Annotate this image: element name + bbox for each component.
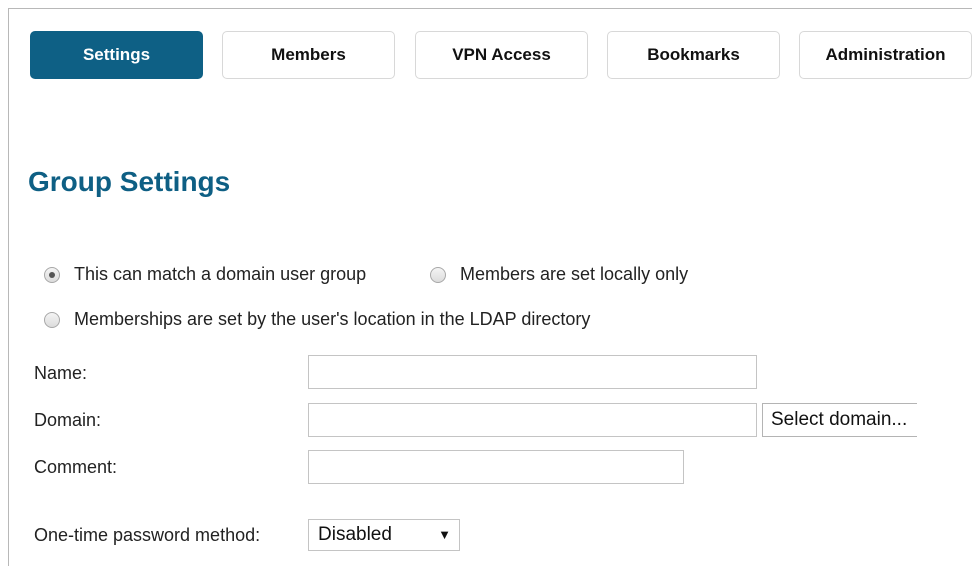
radio-checked-icon[interactable]: [44, 266, 60, 283]
comment-label: Comment:: [34, 457, 118, 477]
otp-method-value: Disabled: [318, 524, 392, 545]
otp-method-label: One-time password method:: [34, 525, 261, 545]
triangle-down-icon[interactable]: ▼: [438, 527, 451, 542]
radio-label: Memberships are set by the user's locati…: [74, 309, 591, 329]
comment-input[interactable]: [308, 450, 684, 484]
radio-option-domain-group[interactable]: This can match a domain user group: [44, 264, 366, 285]
select-domain-button[interactable]: Select domain...: [762, 403, 917, 437]
radio-label: Members are set locally only: [460, 264, 689, 284]
radio-unchecked-icon[interactable]: [44, 311, 60, 328]
domain-input[interactable]: [308, 403, 757, 437]
radio-option-local-only[interactable]: Members are set locally only: [430, 264, 688, 285]
tab-vpn-access[interactable]: VPN Access: [415, 31, 588, 79]
tab-bookmarks[interactable]: Bookmarks: [607, 31, 780, 79]
radio-label: This can match a domain user group: [74, 264, 367, 284]
page-title: Group Settings: [28, 166, 231, 197]
otp-method-select[interactable]: Disabled ▼: [308, 519, 460, 551]
domain-label: Domain:: [34, 410, 102, 430]
radio-option-ldap-location[interactable]: Memberships are set by the user's locati…: [44, 309, 590, 330]
tab-administration[interactable]: Administration: [799, 31, 972, 79]
radio-unchecked-icon[interactable]: [430, 266, 446, 283]
name-label: Name:: [34, 363, 88, 383]
name-input[interactable]: [308, 355, 757, 389]
tab-members[interactable]: Members: [222, 31, 395, 79]
tab-settings[interactable]: Settings: [30, 31, 203, 79]
